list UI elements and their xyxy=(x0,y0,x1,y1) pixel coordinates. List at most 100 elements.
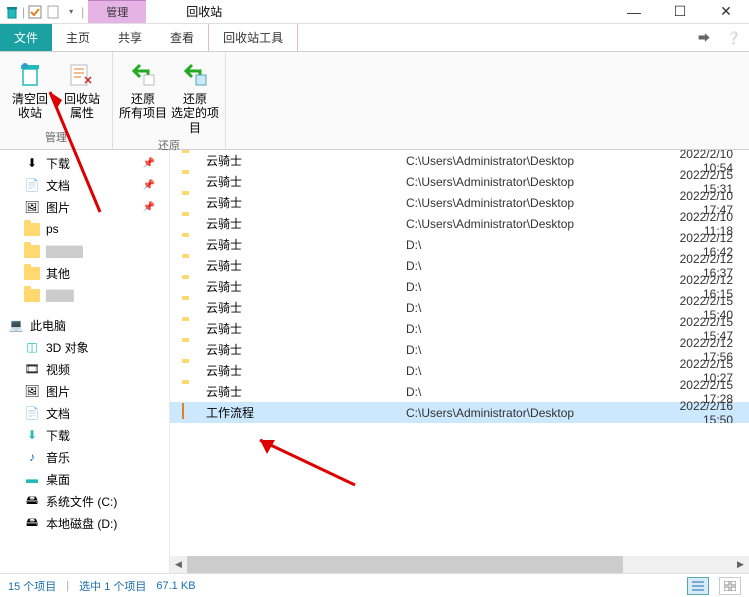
context-tab-label: 管理 xyxy=(88,0,146,23)
nav-ps[interactable]: ps xyxy=(0,218,169,240)
folder-icon xyxy=(24,243,40,259)
minimize-ribbon-icon[interactable]: ⮕ xyxy=(690,24,718,51)
file-name: 云骑士 xyxy=(206,194,406,211)
checkbox-icon[interactable] xyxy=(27,4,43,20)
nav-downloads[interactable]: ⬇下载📌 xyxy=(0,152,169,174)
document-icon[interactable] xyxy=(45,4,61,20)
maximize-button[interactable]: ☐ xyxy=(657,0,703,24)
help-icon[interactable]: ❔ xyxy=(718,24,749,51)
status-selection: 选中 1 个项目 xyxy=(79,578,146,594)
file-location: D:\ xyxy=(406,238,656,252)
restore-all-icon xyxy=(127,58,159,90)
file-name: 云骑士 xyxy=(206,152,406,169)
file-name: 云骑士 xyxy=(206,173,406,190)
file-location: C:\Users\Administrator\Desktop xyxy=(406,154,656,168)
nav-blurred-1[interactable]: ▇▇▇▇ xyxy=(0,240,169,262)
tab-share[interactable]: 共享 xyxy=(104,24,156,51)
file-name: 云骑士 xyxy=(206,215,406,232)
folder-icon xyxy=(24,265,40,281)
empty-recycle-bin-button[interactable]: 清空回收站 xyxy=(6,56,54,127)
tab-home[interactable]: 主页 xyxy=(52,24,104,51)
file-location: C:\Users\Administrator\Desktop xyxy=(406,217,656,231)
file-name: 云骑士 xyxy=(206,257,406,274)
pin-icon: 📌 xyxy=(143,202,169,213)
document-icon: 📄 xyxy=(24,405,40,421)
nav-d-drive[interactable]: 🖴本地磁盘 (D:) xyxy=(0,512,169,534)
nav-documents-2[interactable]: 📄文档 xyxy=(0,402,169,424)
nav-music[interactable]: ♪音乐 xyxy=(0,446,169,468)
ribbon-group-restore: 还原所有项目 还原选定的项目 还原 xyxy=(113,52,226,149)
nav-blurred-2[interactable]: ▇▇▇ xyxy=(0,284,169,306)
file-location: C:\Users\Administrator\Desktop xyxy=(406,406,656,420)
tab-view[interactable]: 查看 xyxy=(156,24,208,51)
nav-pictures-2[interactable]: 🖼图片 xyxy=(0,380,169,402)
folder-icon xyxy=(182,383,200,401)
properties-icon xyxy=(66,58,98,90)
nav-this-pc[interactable]: 💻此电脑 xyxy=(0,314,169,336)
file-location: D:\ xyxy=(406,259,656,273)
music-icon: ♪ xyxy=(24,449,40,465)
download-icon: ⬇ xyxy=(24,427,40,443)
folder-icon xyxy=(24,287,40,303)
tab-recycle-tools[interactable]: 回收站工具 xyxy=(208,24,298,51)
drive-icon: 🖴 xyxy=(24,515,40,531)
ribbon-group-manage: 清空回收站 回收站属性 管理 xyxy=(0,52,113,149)
file-location: D:\ xyxy=(406,364,656,378)
nav-pictures[interactable]: 🖼图片📌 xyxy=(0,196,169,218)
folder-icon xyxy=(182,236,200,254)
scroll-right-icon[interactable]: ▶ xyxy=(732,556,749,573)
status-size: 67.1 KB xyxy=(156,580,195,592)
picture-icon: 🖼 xyxy=(24,199,40,215)
quick-access-toolbar: | ▾ | xyxy=(0,4,88,20)
folder-icon xyxy=(182,152,200,170)
file-location: D:\ xyxy=(406,343,656,357)
restore-selected-button[interactable]: 还原选定的项目 xyxy=(171,56,219,135)
pin-icon: 📌 xyxy=(143,158,169,169)
details-view-button[interactable] xyxy=(687,577,709,595)
status-bar: 15 个项目 | 选中 1 个项目 67.1 KB xyxy=(0,573,749,597)
file-row[interactable]: 工作流程C:\Users\Administrator\Desktop2022/2… xyxy=(170,402,749,423)
file-location: D:\ xyxy=(406,280,656,294)
pin-icon: 📌 xyxy=(143,180,169,191)
close-button[interactable]: ✕ xyxy=(703,0,749,24)
recycle-bin-icon xyxy=(4,4,20,20)
horizontal-scrollbar[interactable]: ◀ ▶ xyxy=(170,556,749,573)
file-location: D:\ xyxy=(406,385,656,399)
qat-separator: | xyxy=(81,5,84,19)
menu-bar: 文件 主页 共享 查看 回收站工具 ⮕ ❔ xyxy=(0,24,749,52)
folder-icon xyxy=(182,362,200,380)
ribbon: 清空回收站 回收站属性 管理 还原所有项目 还原选定的 xyxy=(0,52,749,150)
file-location: C:\Users\Administrator\Desktop xyxy=(406,196,656,210)
scroll-left-icon[interactable]: ◀ xyxy=(170,556,187,573)
file-name: 云骑士 xyxy=(206,299,406,316)
cube-icon: ◫ xyxy=(24,339,40,355)
nav-videos[interactable]: 🎞视频 xyxy=(0,358,169,380)
nav-documents[interactable]: 📄文档📌 xyxy=(0,174,169,196)
file-name: 云骑士 xyxy=(206,383,406,400)
file-name: 工作流程 xyxy=(206,404,406,421)
pc-icon: 💻 xyxy=(8,317,24,333)
folder-icon xyxy=(182,215,200,233)
trash-icon xyxy=(14,58,46,90)
folder-icon xyxy=(182,173,200,191)
file-name: 云骑士 xyxy=(206,341,406,358)
nav-other[interactable]: 其他 xyxy=(0,262,169,284)
nav-c-drive[interactable]: 🖴系统文件 (C:) xyxy=(0,490,169,512)
dropdown-icon[interactable]: ▾ xyxy=(63,4,79,20)
tab-file[interactable]: 文件 xyxy=(0,24,52,51)
recycle-bin-properties-button[interactable]: 回收站属性 xyxy=(58,56,106,127)
restore-all-button[interactable]: 还原所有项目 xyxy=(119,56,167,135)
scroll-thumb[interactable] xyxy=(187,556,623,573)
desktop-icon: ▬ xyxy=(24,471,40,487)
icons-view-button[interactable] xyxy=(719,577,741,595)
folder-icon xyxy=(182,194,200,212)
navigation-pane: ⬇下载📌 📄文档📌 🖼图片📌 ps ▇▇▇▇ 其他 ▇▇▇ 💻此电脑 ◫3D 对… xyxy=(0,150,170,573)
download-icon: ⬇ xyxy=(24,155,40,171)
folder-icon xyxy=(24,221,40,237)
nav-3d-objects[interactable]: ◫3D 对象 xyxy=(0,336,169,358)
minimize-button[interactable]: — xyxy=(611,0,657,24)
nav-downloads-2[interactable]: ⬇下载 xyxy=(0,424,169,446)
file-name: 云骑士 xyxy=(206,320,406,337)
restore-selected-icon xyxy=(179,58,211,90)
nav-desktop[interactable]: ▬桌面 xyxy=(0,468,169,490)
